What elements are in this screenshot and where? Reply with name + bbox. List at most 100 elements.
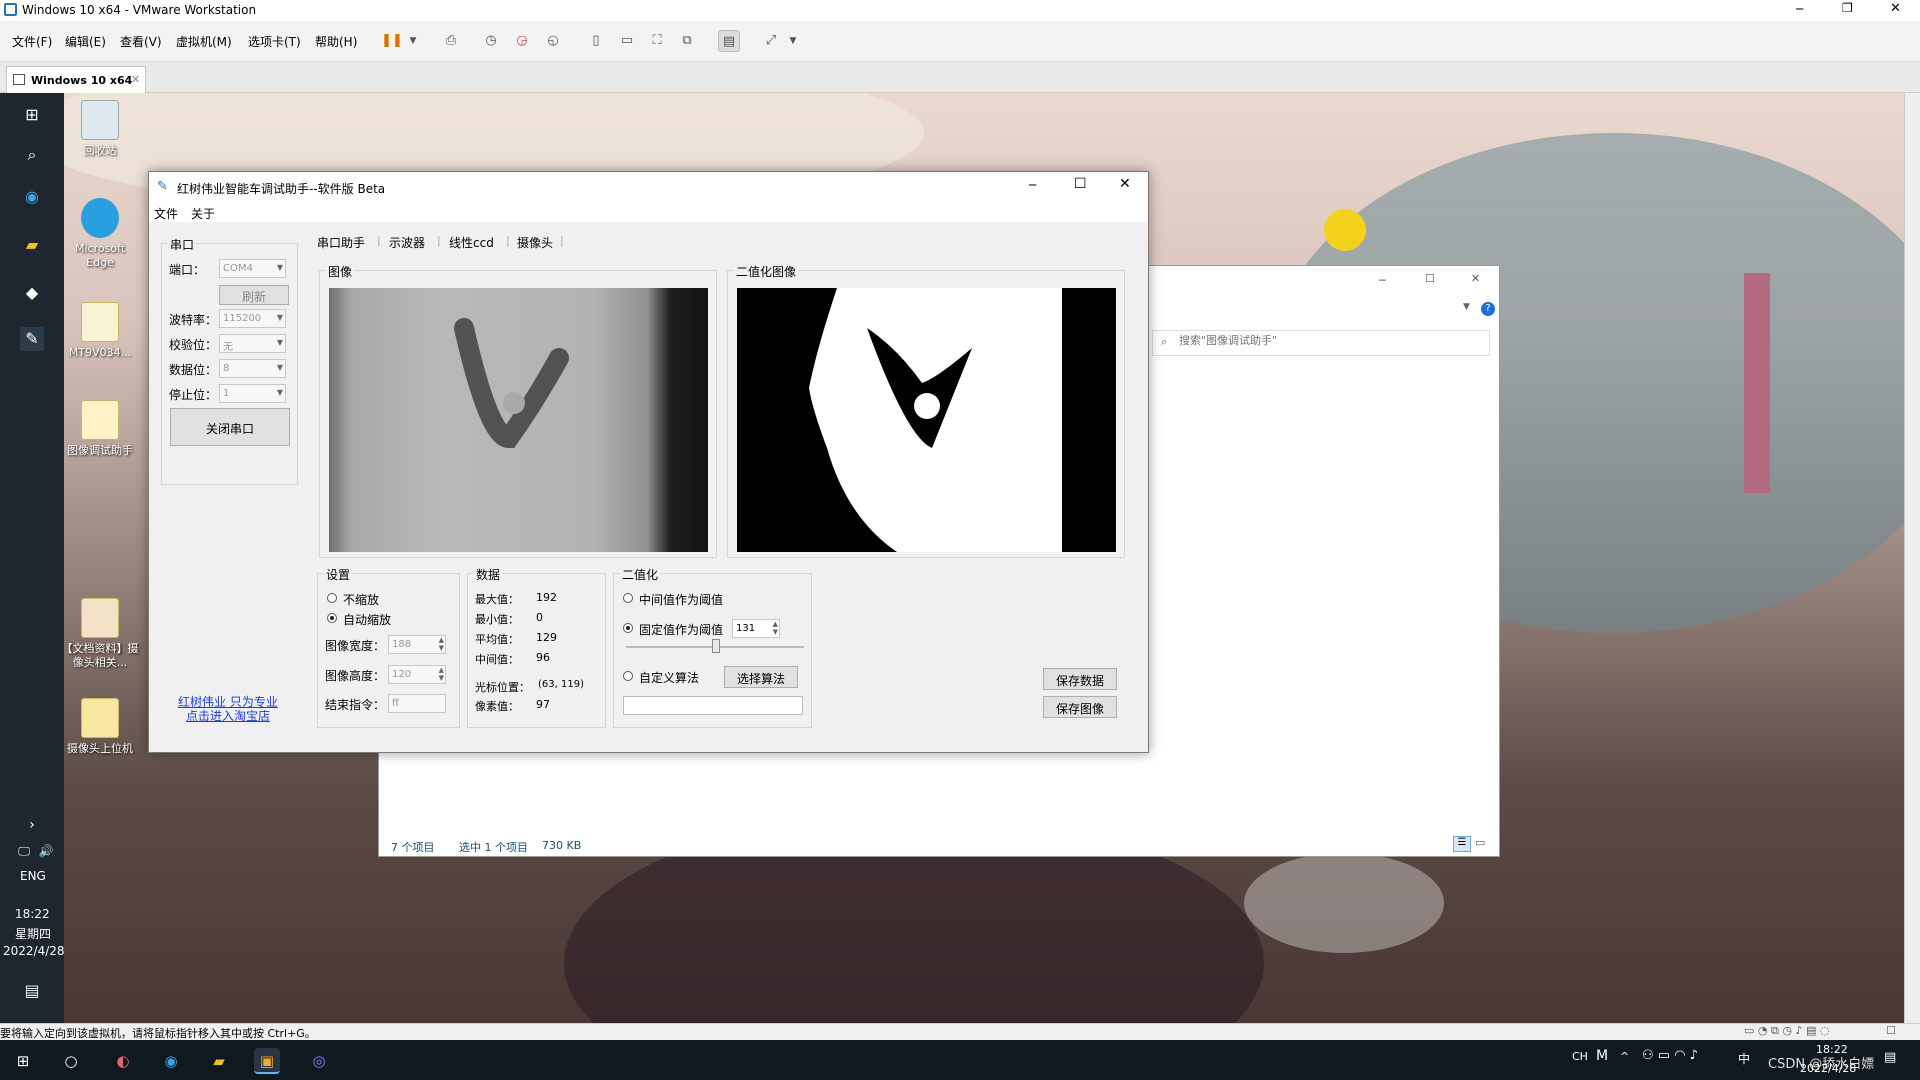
chevron-down-icon[interactable]: ▼ (402, 30, 424, 52)
slider-thumb[interactable] (712, 639, 720, 653)
volume-icon[interactable]: 🔊 (34, 839, 58, 863)
threshold-slider[interactable] (626, 639, 804, 653)
algo-path-input[interactable] (623, 696, 803, 715)
edge-icon[interactable]: ◉ (158, 1048, 184, 1074)
search-box[interactable]: ⌕ (1152, 330, 1490, 356)
width-spinner[interactable]: 188 ▲ ▼ (388, 635, 446, 654)
minimize-icon[interactable]: ─ (1029, 178, 1036, 192)
end-cmd-input[interactable]: ff (388, 694, 446, 713)
edge-icon[interactable]: ◉ (20, 185, 44, 209)
menu-tabs[interactable]: 选项卡(T) (248, 33, 301, 50)
vm-tab[interactable]: Windows 10 x64 ✕ (6, 66, 146, 93)
fullscreen-icon[interactable]: ⛶ (646, 30, 668, 52)
image-debug-assistant-icon[interactable]: ▣ (254, 1048, 280, 1074)
chevron-right-icon[interactable]: › (20, 813, 44, 837)
fit-guest-icon[interactable]: ☐ (1886, 1024, 1896, 1037)
thumbnail-bar-icon[interactable]: ▭ (616, 30, 638, 52)
search-icon[interactable]: ⌕ (20, 143, 44, 167)
menu-about[interactable]: 关于 (191, 205, 215, 222)
close-icon[interactable]: ✕ (1890, 1, 1901, 16)
file-explorer-icon[interactable]: ▰ (206, 1048, 232, 1074)
app-icon[interactable]: ◆ (20, 281, 44, 305)
camera-image[interactable] (329, 288, 708, 552)
snapshot-icon[interactable]: ◷ (480, 30, 502, 52)
auto-scale-radio[interactable] (327, 613, 337, 623)
menu-file[interactable]: 文件(F) (12, 33, 52, 50)
desktop-icon-camera-host[interactable]: 摄像头上位机 (60, 698, 140, 756)
search-input[interactable] (1179, 334, 1479, 347)
windows-start-icon[interactable]: ⊞ (20, 103, 44, 127)
median-threshold-radio[interactable] (623, 593, 633, 603)
maximize-icon[interactable]: ☐ (1074, 176, 1087, 192)
close-icon[interactable]: ✕ (1119, 176, 1131, 192)
parity-select[interactable]: 无 ▼ (219, 334, 286, 353)
choose-algo-button[interactable]: 选择算法 (724, 666, 798, 688)
stop-bits-select[interactable]: 1 ▼ (219, 384, 286, 403)
unity-icon[interactable]: ⧉ (676, 30, 698, 52)
desktop-icon-mt9v034[interactable]: MT9V034... (60, 302, 140, 360)
windows-start-icon[interactable]: ⊞ (10, 1048, 36, 1074)
refresh-button[interactable]: 刷新 (219, 285, 289, 305)
notification-icon[interactable]: ▤ (20, 979, 44, 1003)
desktop-icon-image-debug[interactable]: 图像调试助手 (60, 400, 140, 458)
menu-view[interactable]: 查看(V) (120, 33, 162, 50)
chat-icon[interactable]: ◎ (306, 1048, 332, 1074)
image-debug-assistant-icon[interactable]: ✎ (20, 327, 44, 351)
tab-oscilloscope[interactable]: 示波器 (389, 234, 425, 251)
tab-serial[interactable]: 串口助手 (317, 234, 365, 251)
data-bits-select[interactable]: 8 ▼ (219, 359, 286, 378)
desktop-icon-recycle-bin[interactable]: 回收站 (60, 100, 140, 158)
tab-linear-ccd[interactable]: 线性ccd (449, 234, 494, 251)
device-icons[interactable]: ▭ ◔ ⧉ ◷ ♪ ▤ ◌ (1744, 1024, 1829, 1038)
spin-arrows-icon[interactable]: ▲ ▼ (773, 620, 778, 636)
console-view-icon[interactable]: ▤ (718, 30, 740, 52)
fixed-threshold-radio[interactable] (623, 623, 633, 633)
desktop-icon-docs[interactable]: 【文档资料】摄像头相关... (60, 598, 140, 670)
host-scrollbar[interactable] (1904, 93, 1920, 1023)
close-icon[interactable]: ✕ (1471, 272, 1480, 285)
tab-camera[interactable]: 摄像头 (517, 234, 553, 251)
chevron-up-icon[interactable]: ^ (1620, 1050, 1629, 1063)
height-spinner[interactable]: 120 ▲ ▼ (388, 665, 446, 684)
save-image-button[interactable]: 保存图像 (1043, 696, 1117, 718)
save-data-button[interactable]: 保存数据 (1043, 668, 1117, 690)
snapshot-manager-icon[interactable]: ◵ (542, 30, 564, 52)
revert-snapshot-icon[interactable]: ◶ (511, 30, 533, 52)
minimize-icon[interactable]: ─ (1379, 274, 1386, 287)
no-scale-radio[interactable] (327, 593, 337, 603)
stretch-guest-icon[interactable]: ⤢ (760, 30, 782, 52)
baud-select[interactable]: 115200 ▼ (219, 309, 286, 328)
close-serial-button[interactable]: 关闭串口 (170, 408, 290, 446)
notification-icon[interactable]: ▤ (1884, 1050, 1896, 1065)
help-icon[interactable]: ? (1481, 302, 1495, 316)
restore-icon[interactable]: ❐ (1842, 1, 1853, 15)
custom-algo-radio[interactable] (623, 671, 633, 681)
search-icon[interactable]: ○ (58, 1048, 84, 1074)
spin-arrows-icon[interactable]: ▲ ▼ (439, 666, 444, 682)
chevron-down-icon[interactable]: ▼ (782, 30, 804, 52)
menu-vm[interactable]: 虚拟机(M) (176, 33, 232, 50)
library-icon[interactable]: ▯ (585, 30, 607, 52)
ime-indicator[interactable]: 中 (1738, 1050, 1750, 1067)
binary-image[interactable] (737, 288, 1116, 552)
menu-edit[interactable]: 编辑(E) (65, 33, 106, 50)
port-select[interactable]: COM4 ▼ (219, 259, 286, 278)
file-explorer-icon[interactable]: ▰ (20, 233, 44, 257)
chevron-down-icon[interactable]: ▼ (1463, 302, 1470, 312)
minimize-icon[interactable]: ─ (1796, 2, 1803, 16)
spin-arrows-icon[interactable]: ▲ ▼ (439, 636, 444, 652)
details-view-icon[interactable]: ☰ (1453, 836, 1471, 852)
shop-link-line2[interactable]: 点击进入淘宝店 (186, 707, 270, 724)
send-ctrl-alt-del-icon[interactable]: ⎙ (440, 30, 462, 52)
tray-icons[interactable]: ⚇ ▭ ◠ ♪ (1642, 1048, 1698, 1063)
m-icon[interactable]: M (1596, 1048, 1608, 1064)
threshold-spinner[interactable]: 131 ▲ ▼ (732, 619, 780, 638)
menu-help[interactable]: 帮助(H) (315, 33, 357, 50)
large-icons-view-icon[interactable]: ▭ (1475, 836, 1485, 849)
desktop-icon-edge[interactable]: Microsoft Edge (60, 198, 140, 270)
network-icon[interactable]: 🖵 (12, 839, 36, 863)
menu-file[interactable]: 文件 (154, 205, 178, 222)
input-mode[interactable]: CH (1572, 1050, 1588, 1063)
app-icon[interactable]: ◐ (110, 1048, 136, 1074)
language-indicator[interactable]: ENG (20, 869, 46, 883)
